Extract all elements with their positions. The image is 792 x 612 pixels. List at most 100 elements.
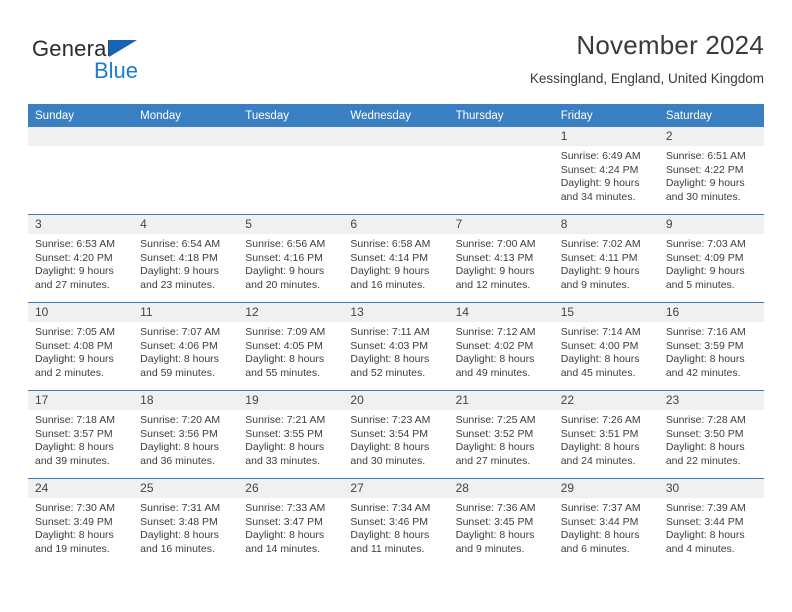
daylight-line-2: and 14 minutes.: [245, 542, 320, 555]
day-number: 12: [238, 303, 344, 322]
daylight-line-2: and 39 minutes.: [35, 454, 110, 467]
day-details: Sunrise: 6:58 AM Sunset: 4:14 PM Daylight:…: [343, 234, 448, 292]
daylight-line-2: and 59 minutes.: [140, 366, 215, 379]
daylight-line-1: Daylight: 8 hours: [350, 441, 430, 454]
sunset-line: Sunset: 4:03 PM: [350, 339, 429, 352]
day-number: [238, 127, 344, 146]
sunset-line: Sunset: 3:44 PM: [560, 515, 639, 528]
sunset-line: Sunset: 4:05 PM: [245, 339, 323, 352]
daylight-line-1: Daylight: 8 hours: [665, 529, 745, 542]
sunset-line: Sunset: 4:18 PM: [140, 251, 218, 264]
day-number: 4: [133, 215, 239, 234]
day-details: Sunrise: 7:05 AM Sunset: 4:08 PM Daylight:…: [28, 322, 133, 380]
logo-text-blue: Blue: [94, 58, 139, 83]
sunrise-line: Sunrise: 7:20 AM: [140, 414, 221, 426]
day-number: 28: [448, 479, 554, 498]
sunset-line: Sunset: 3:46 PM: [350, 515, 429, 528]
day-number: 15: [553, 303, 659, 322]
day-cell[interactable]: 30 Sunrise: 7:39 AM Sunset: 3:44 PM Dayligh…: [658, 478, 764, 566]
day-cell[interactable]: 21 Sunrise: 7:25 AM Sunset: 3:52 PM Dayligh…: [448, 390, 554, 479]
daylight-line-2: and 52 minutes.: [350, 366, 426, 379]
day-number: 30: [658, 479, 764, 498]
calendar-grid: Sunday Monday Tuesday Wednesday Thursday Frid…: [28, 104, 764, 566]
daylight-line-1: Daylight: 8 hours: [245, 529, 325, 542]
day-cell[interactable]: 28 Sunrise: 7:36 AM Sunset: 3:45 PM Dayligh…: [448, 478, 554, 566]
daylight-line-2: and 5 minutes.: [665, 278, 735, 291]
day-cell[interactable]: 16 Sunrise: 7:16 AM Sunset: 3:59 PM Dayligh…: [658, 302, 764, 391]
daylight-line-1: Daylight: 8 hours: [140, 529, 219, 542]
day-cell[interactable]: 4 Sunrise: 6:54 AM Sunset: 4:18 PM Daylight…: [133, 214, 239, 303]
sunrise-line: Sunrise: 6:49 AM: [560, 150, 641, 162]
day-cell[interactable]: 8 Sunrise: 7:02 AM Sunset: 4:11 PM Daylight…: [553, 214, 659, 303]
day-cell[interactable]: 17 Sunrise: 7:18 AM Sunset: 3:57 PM Dayligh…: [28, 390, 134, 479]
daylight-line-1: Daylight: 9 hours: [665, 265, 745, 278]
day-cell[interactable]: 1 Sunrise: 6:49 AM Sunset: 4:24 PM Daylight…: [553, 127, 659, 215]
day-cell[interactable]: 6 Sunrise: 6:58 AM Sunset: 4:14 PM Daylight…: [343, 214, 449, 303]
day-cell[interactable]: 9 Sunrise: 7:03 AM Sunset: 4:09 PM Daylight…: [658, 214, 764, 303]
sunset-line: Sunset: 4:13 PM: [455, 251, 534, 264]
day-cell[interactable]: 3 Sunrise: 6:53 AM Sunset: 4:20 PM Daylight…: [28, 214, 134, 303]
day-cell[interactable]: 18 Sunrise: 7:20 AM Sunset: 3:56 PM Dayligh…: [133, 390, 239, 479]
day-number: 11: [133, 303, 239, 322]
sunrise-line: Sunrise: 7:12 AM: [455, 326, 536, 338]
sunset-line: Sunset: 3:52 PM: [455, 427, 534, 440]
day-number: 26: [238, 479, 344, 498]
day-cell-empty: [133, 127, 239, 215]
day-cell[interactable]: 26 Sunrise: 7:33 AM Sunset: 3:47 PM Dayligh…: [238, 478, 344, 566]
daylight-line-1: Daylight: 8 hours: [245, 441, 325, 454]
sunrise-line: Sunrise: 6:54 AM: [140, 238, 221, 250]
sunset-line: Sunset: 3:44 PM: [665, 515, 744, 528]
day-cell[interactable]: 15 Sunrise: 7:14 AM Sunset: 4:00 PM Dayligh…: [553, 302, 659, 391]
daylight-line-1: Daylight: 8 hours: [560, 353, 640, 366]
day-details: Sunrise: 7:18 AM Sunset: 3:57 PM Daylight:…: [28, 410, 133, 468]
day-cell-empty: [343, 127, 449, 215]
day-number: 8: [553, 215, 659, 234]
general-blue-logo[interactable]: General Blue: [32, 36, 202, 92]
day-cell[interactable]: 2 Sunrise: 6:51 AM Sunset: 4:22 PM Daylight…: [658, 127, 764, 215]
day-cell[interactable]: 19 Sunrise: 7:21 AM Sunset: 3:55 PM Dayligh…: [238, 390, 344, 479]
day-details: Sunrise: 7:26 AM Sunset: 3:51 PM Daylight:…: [554, 410, 659, 468]
sunset-line: Sunset: 3:49 PM: [35, 515, 113, 528]
weekday-header-wednesday: Wednesday: [343, 104, 449, 127]
day-number: 19: [238, 391, 344, 410]
sunrise-line: Sunrise: 7:31 AM: [140, 502, 221, 514]
sunrise-line: Sunrise: 6:56 AM: [245, 238, 326, 250]
weekday-header-saturday: Saturday: [658, 104, 764, 127]
day-cell[interactable]: 7 Sunrise: 7:00 AM Sunset: 4:13 PM Daylight…: [448, 214, 554, 303]
daylight-line-1: Daylight: 8 hours: [455, 353, 535, 366]
weekday-header-friday: Friday: [553, 104, 659, 127]
day-cell[interactable]: 5 Sunrise: 6:56 AM Sunset: 4:16 PM Daylight…: [238, 214, 344, 303]
weekday-header-row: Sunday Monday Tuesday Wednesday Thursday Frid…: [28, 104, 764, 127]
day-cell[interactable]: 27 Sunrise: 7:34 AM Sunset: 3:46 PM Dayligh…: [343, 478, 449, 566]
day-cell[interactable]: 20 Sunrise: 7:23 AM Sunset: 3:54 PM Dayligh…: [343, 390, 449, 479]
day-cell[interactable]: 22 Sunrise: 7:26 AM Sunset: 3:51 PM Dayligh…: [553, 390, 659, 479]
day-cell[interactable]: 12 Sunrise: 7:09 AM Sunset: 4:05 PM Dayligh…: [238, 302, 344, 391]
sunset-line: Sunset: 4:02 PM: [455, 339, 534, 352]
day-cell[interactable]: 11 Sunrise: 7:07 AM Sunset: 4:06 PM Dayligh…: [133, 302, 239, 391]
day-cell[interactable]: 23 Sunrise: 7:28 AM Sunset: 3:50 PM Dayligh…: [658, 390, 764, 479]
day-number: 23: [658, 391, 764, 410]
day-number: 29: [553, 479, 659, 498]
daylight-line-2: and 2 minutes.: [35, 366, 104, 379]
day-cell-empty: [448, 127, 554, 215]
day-cell[interactable]: 29 Sunrise: 7:37 AM Sunset: 3:44 PM Dayligh…: [553, 478, 659, 566]
daylight-line-2: and 23 minutes.: [140, 278, 215, 291]
day-cell[interactable]: 25 Sunrise: 7:31 AM Sunset: 3:48 PM Dayligh…: [133, 478, 239, 566]
daylight-line-1: Daylight: 8 hours: [455, 441, 535, 454]
day-details: Sunrise: 7:12 AM Sunset: 4:02 PM Daylight:…: [449, 322, 554, 380]
calendar-week-row: 17 Sunrise: 7:18 AM Sunset: 3:57 PM Dayligh…: [28, 390, 764, 479]
day-cell[interactable]: 10 Sunrise: 7:05 AM Sunset: 4:08 PM Dayligh…: [28, 302, 134, 391]
day-cell[interactable]: 24 Sunrise: 7:30 AM Sunset: 3:49 PM Dayligh…: [28, 478, 134, 566]
day-number: 6: [343, 215, 449, 234]
day-number: 3: [28, 215, 134, 234]
page-title: November 2024: [576, 30, 764, 60]
sunset-line: Sunset: 3:55 PM: [245, 427, 323, 440]
day-cell[interactable]: 14 Sunrise: 7:12 AM Sunset: 4:02 PM Dayligh…: [448, 302, 554, 391]
day-number: 10: [28, 303, 134, 322]
day-cell[interactable]: 13 Sunrise: 7:11 AM Sunset: 4:03 PM Dayligh…: [343, 302, 449, 391]
sunset-line: Sunset: 3:57 PM: [35, 427, 113, 440]
sunrise-line: Sunrise: 7:21 AM: [245, 414, 326, 426]
daylight-line-1: Daylight: 8 hours: [560, 441, 640, 454]
sunrise-line: Sunrise: 6:53 AM: [35, 238, 115, 250]
daylight-line-2: and 42 minutes.: [665, 366, 741, 379]
